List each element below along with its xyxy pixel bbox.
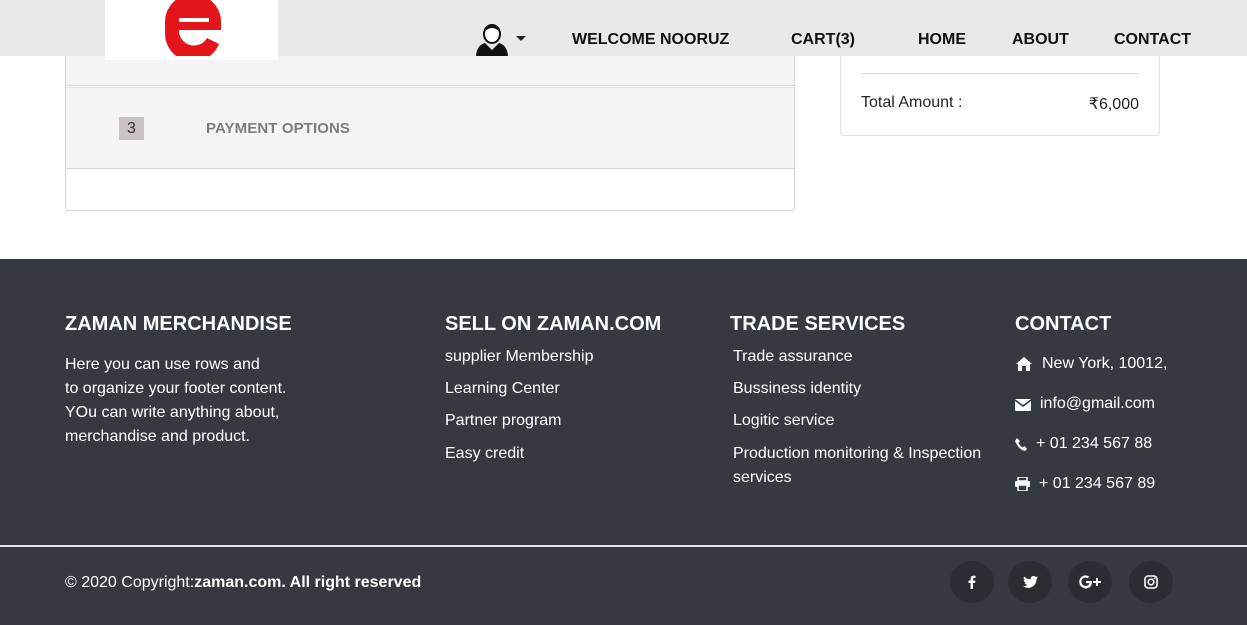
footer-link-production-monitoring-cont[interactable]: services <box>733 469 792 487</box>
footer-about-line: merchandise and product. <box>65 428 250 445</box>
google-plus-icon <box>1079 575 1101 589</box>
nav-home[interactable]: HOME <box>918 31 966 49</box>
site-logo[interactable] <box>105 0 278 60</box>
instagram-button[interactable] <box>1129 561 1173 603</box>
contact-fax-row: + 01 234 567 89 <box>1015 475 1155 493</box>
chevron-down-icon <box>516 36 526 41</box>
instagram-icon <box>1144 575 1158 589</box>
facebook-button[interactable] <box>950 561 994 603</box>
footer-link-logistic-service[interactable]: Logitic service <box>733 412 834 430</box>
home-icon <box>1016 357 1032 371</box>
footer-sell-title: SELL ON ZAMAN.COM <box>445 313 662 335</box>
contact-email[interactable]: info@gmail.com <box>1040 395 1155 413</box>
contact-address: New York, 10012, <box>1042 355 1168 372</box>
contact-phone: + 01 234 567 88 <box>1036 435 1153 452</box>
footer-link-business-identity[interactable]: Bussiness identity <box>733 380 861 398</box>
phone-icon <box>1015 437 1027 451</box>
top-navbar: WELCOME NOORUZ CART(3) HOME ABOUT CONTAC… <box>0 0 1247 60</box>
copyright-prefix: © 2020 Copyright: <box>65 574 195 591</box>
contact-fax: + 01 234 567 89 <box>1039 475 1156 492</box>
footer-link-supplier-membership[interactable]: supplier Membership <box>445 348 594 366</box>
footer-link-learning-center[interactable]: Learning Center <box>445 380 560 398</box>
user-account-dropdown[interactable] <box>475 24 530 56</box>
footer-trade-title: TRADE SERVICES <box>730 313 906 335</box>
summary-divider <box>861 73 1139 74</box>
total-amount-value: ₹6,000 <box>1088 96 1139 113</box>
site-footer: ZAMAN MERCHANDISE Here you can use rows … <box>0 259 1247 625</box>
print-icon <box>1015 477 1030 491</box>
footer-about-text: Here you can use rows and to organize yo… <box>65 353 286 449</box>
footer-contact-title: CONTACT <box>1015 313 1112 335</box>
payment-options-step[interactable]: 3 PAYMENT OPTIONS <box>66 87 794 169</box>
copyright-text: © 2020 Copyright:zaman.com. All right re… <box>65 574 421 592</box>
nav-about[interactable]: ABOUT <box>1012 31 1069 49</box>
footer-about-line: to organize your footer content. <box>65 380 287 397</box>
contact-email-row: info@gmail.com <box>1015 395 1155 413</box>
footer-about-line: YOu can write anything about, <box>65 404 280 421</box>
contact-address-row: New York, 10012, <box>1015 355 1167 373</box>
step-number-badge: 3 <box>119 117 144 140</box>
nav-contact[interactable]: CONTACT <box>1114 31 1191 49</box>
footer-about-title: ZAMAN MERCHANDISE <box>65 313 292 335</box>
footer-link-production-monitoring[interactable]: Production monitoring & Inspection <box>733 445 981 463</box>
logo-e-icon <box>165 0 221 56</box>
total-amount-label: Total Amount : <box>861 94 963 111</box>
footer-divider <box>0 545 1247 547</box>
contact-phone-row: + 01 234 567 88 <box>1015 435 1152 453</box>
user-avatar-icon <box>476 24 508 56</box>
twitter-icon <box>1022 576 1038 588</box>
nav-welcome-user[interactable]: WELCOME NOORUZ <box>572 31 729 49</box>
step-title: PAYMENT OPTIONS <box>206 120 351 137</box>
google-plus-button[interactable] <box>1068 561 1112 603</box>
footer-link-trade-assurance[interactable]: Trade assurance <box>733 348 852 366</box>
footer-link-partner-program[interactable]: Partner program <box>445 412 562 430</box>
facebook-icon <box>968 575 976 589</box>
footer-link-easy-credit[interactable]: Easy credit <box>445 445 524 463</box>
nav-cart[interactable]: CART(3) <box>791 31 855 49</box>
footer-about-line: Here you can use rows and <box>65 356 260 373</box>
copyright-site: zaman.com. All right reserved <box>194 574 422 591</box>
envelope-icon <box>1015 398 1031 411</box>
twitter-button[interactable] <box>1008 561 1052 603</box>
